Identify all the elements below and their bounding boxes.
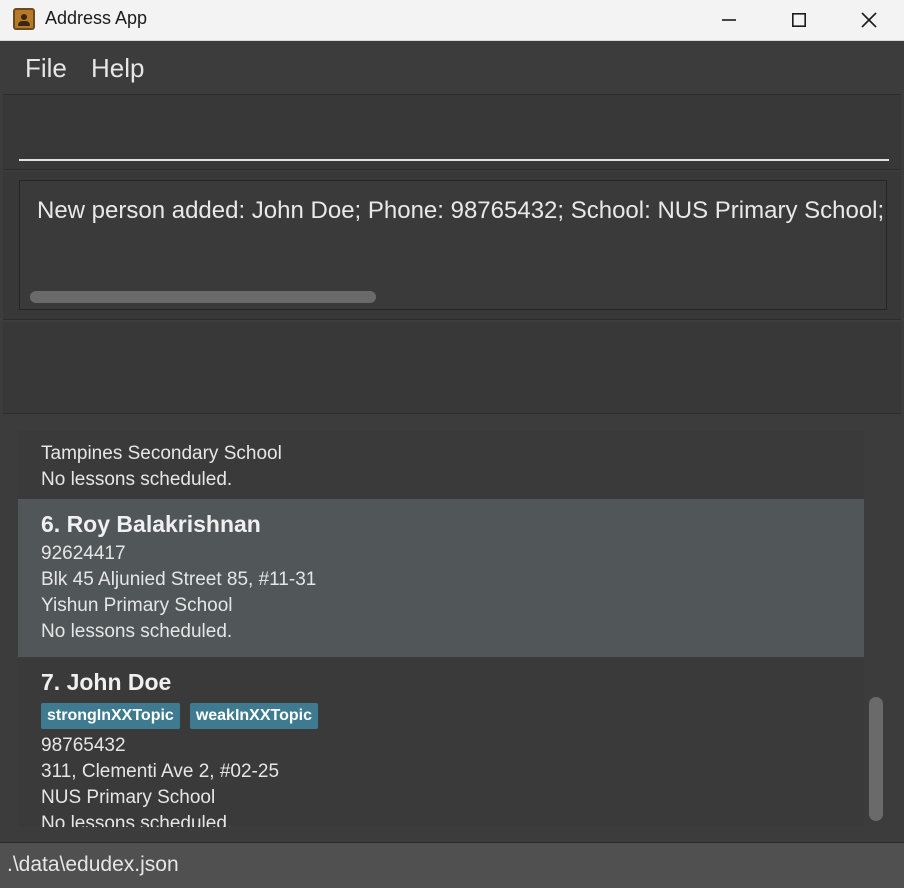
result-display[interactable]: New person added: John Doe; Phone: 98765… bbox=[19, 180, 887, 310]
minimize-icon bbox=[722, 19, 736, 21]
command-box-panel bbox=[3, 94, 901, 170]
window-title: Address App bbox=[45, 8, 148, 28]
person-list-panel: Tampines Secondary School No lessons sch… bbox=[3, 415, 901, 841]
tag-badge: weakInXXTopic bbox=[189, 703, 318, 729]
person-card-partial[interactable]: Tampines Secondary School No lessons sch… bbox=[18, 431, 864, 499]
person-card-7[interactable]: 7. John Doe strongInXXTopic weakInXXTopi… bbox=[18, 657, 864, 827]
status-bar: .\data\edudex.json bbox=[0, 842, 904, 888]
vertical-scrollbar[interactable] bbox=[869, 697, 883, 821]
person-address: Blk 45 Aljunied Street 85, #11-31 bbox=[41, 569, 317, 590]
person-school: NUS Primary School bbox=[41, 787, 216, 808]
horizontal-scrollbar[interactable] bbox=[30, 291, 376, 303]
tag-list: strongInXXTopic weakInXXTopic bbox=[41, 699, 864, 733]
address-book-icon bbox=[13, 8, 35, 30]
person-name: 6. Roy Balakrishnan bbox=[41, 511, 261, 537]
person-phone: 98765432 bbox=[41, 735, 126, 756]
person-name: 7. John Doe bbox=[41, 669, 172, 695]
minimize-button[interactable] bbox=[694, 0, 764, 40]
person-card-6[interactable]: 6. Roy Balakrishnan 92624417 Blk 45 Alju… bbox=[18, 499, 864, 657]
person-lessons: No lessons scheduled. bbox=[41, 813, 233, 827]
person-lessons: No lessons scheduled. bbox=[41, 469, 233, 490]
empty-panel bbox=[3, 322, 901, 414]
person-lessons: No lessons scheduled. bbox=[41, 621, 233, 642]
person-list[interactable]: Tampines Secondary School No lessons sch… bbox=[18, 431, 864, 827]
maximize-button[interactable] bbox=[764, 0, 834, 40]
result-message: New person added: John Doe; Phone: 98765… bbox=[37, 197, 885, 224]
close-icon bbox=[861, 12, 877, 28]
menu-help[interactable]: Help bbox=[91, 53, 144, 84]
person-phone: 92624417 bbox=[41, 543, 126, 564]
close-button[interactable] bbox=[834, 0, 904, 40]
maximize-icon bbox=[792, 13, 806, 27]
tag-badge: strongInXXTopic bbox=[41, 703, 180, 729]
title-bar: Address App bbox=[0, 0, 904, 41]
person-address: 311, Clementi Ave 2, #02-25 bbox=[41, 761, 280, 782]
menu-bar: File Help bbox=[0, 41, 904, 93]
person-school: Yishun Primary School bbox=[41, 595, 233, 616]
command-input[interactable] bbox=[19, 105, 889, 161]
person-school: Tampines Secondary School bbox=[41, 443, 282, 464]
menu-file[interactable]: File bbox=[25, 53, 67, 84]
save-file-path: .\data\edudex.json bbox=[7, 853, 179, 876]
result-display-panel: New person added: John Doe; Phone: 98765… bbox=[3, 172, 901, 320]
